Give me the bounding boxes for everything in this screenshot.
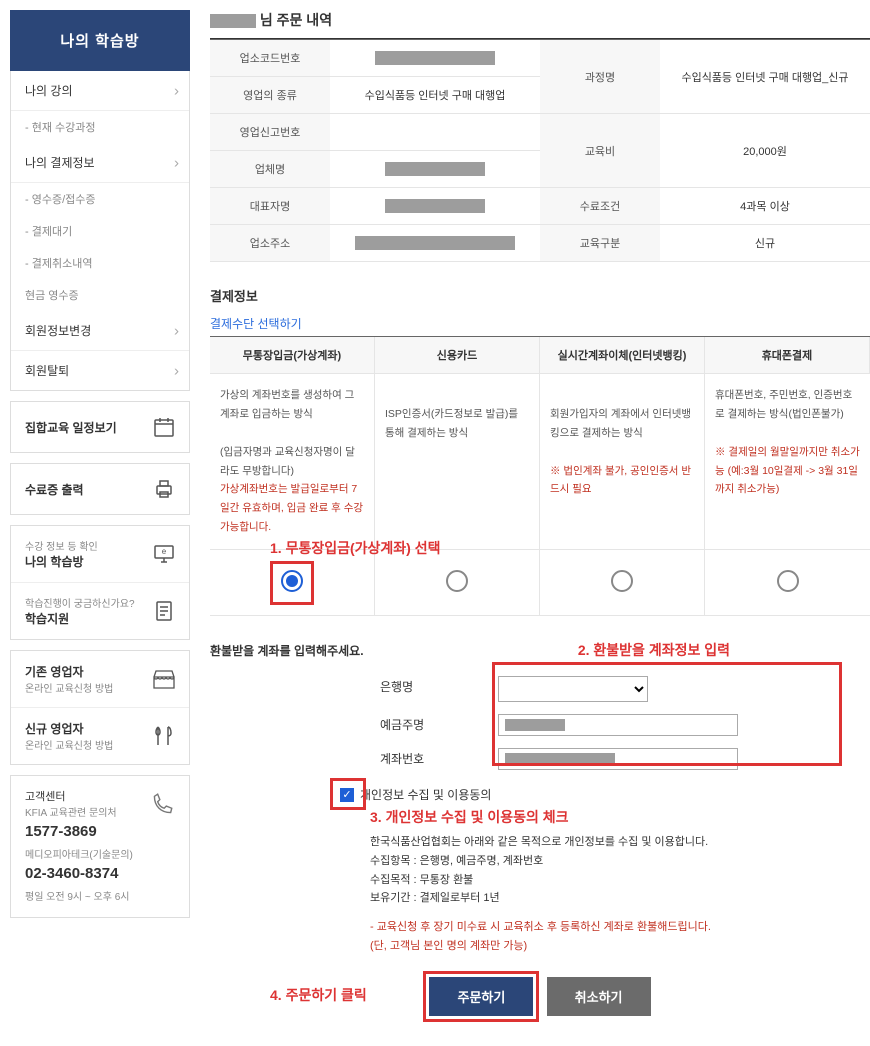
phone-icon	[149, 792, 175, 821]
lbl-completion: 수료조건	[540, 188, 660, 225]
cancel-button[interactable]: 취소하기	[547, 977, 651, 1016]
contact-phone1: 1577-3869	[25, 823, 133, 840]
pay-th-card: 신용카드	[375, 337, 540, 374]
main-content: 님 주문 내역 업소코드번호 과정명 수입식품등 인터넷 구매 대행업_신규 영…	[210, 10, 870, 1016]
chevron-right-icon: ›	[174, 154, 179, 171]
lbl-address: 업소주소	[210, 225, 330, 262]
lbl-biz-type: 영업의 종류	[210, 77, 330, 114]
consent-label: 개인정보 수집 및 이용동의	[360, 786, 491, 803]
val-company	[330, 151, 540, 188]
sidebar-title: 나의 학습방	[10, 10, 190, 71]
consent-warning: - 교육신청 후 장기 미수료 시 교육취소 후 등록하신 계좌로 환불해드립니…	[370, 918, 870, 955]
radio-transfer[interactable]	[611, 570, 633, 592]
pay-desc-bank: 가상의 계좌번호를 생성하여 그 계좌로 입금하는 방식 (입금자명과 교육신청…	[210, 374, 375, 550]
radio-card[interactable]	[446, 570, 468, 592]
annotation-4: 4. 주문하기 클릭	[270, 985, 367, 1005]
sidebar-item-my-lecture[interactable]: 나의 강의›	[11, 71, 189, 111]
quick-support[interactable]: 학습진행이 궁금하신가요?학습지원	[11, 583, 189, 639]
printer-icon	[151, 476, 177, 502]
sidebar-sub-receipt[interactable]: - 영수증/접수증	[11, 183, 189, 215]
pay-th-mobile: 휴대폰결제	[705, 337, 870, 374]
pay-th-transfer: 실시간계좌이체(인터넷뱅킹)	[540, 337, 705, 374]
consent-description: 한국식품산업협회는 아래와 같은 목적으로 개인정보를 수집 및 이용합니다. …	[370, 833, 870, 908]
lbl-bank: 은행명	[330, 670, 490, 708]
contact-label: 고객센터	[25, 788, 133, 804]
sidebar-item-my-payment[interactable]: 나의 결제정보›	[11, 143, 189, 183]
sidebar: 나의 학습방 나의 강의› - 현재 수강과정 나의 결제정보› - 영수증/접…	[10, 10, 190, 1016]
val-shop-code	[330, 40, 540, 77]
sidebar-sub-cash-receipt[interactable]: 현금 영수증	[11, 279, 189, 311]
utensils-icon	[151, 723, 177, 749]
val-course-name: 수입식품등 인터넷 구매 대행업_신규	[660, 40, 870, 114]
radio-bank-cell	[210, 550, 375, 616]
redacted-name	[210, 14, 256, 28]
val-ceo	[330, 188, 540, 225]
contact-sub2: 메디오피아테크(기술문의)	[25, 846, 133, 861]
sidebar-item-member-info[interactable]: 회원정보변경›	[11, 311, 189, 351]
pay-desc-transfer: 회원가입자의 계좌에서 인터넷뱅킹으로 결제하는 방식 ※ 법인계좌 불가, 공…	[540, 374, 705, 550]
pay-desc-card: ISP인증서(카드정보로 발급)를 통해 결제하는 방식	[375, 374, 540, 550]
payment-method-table: 무통장입금(가상계좌) 신용카드 실시간계좌이체(인터넷뱅킹) 휴대폰결제 가상…	[210, 336, 870, 616]
document-icon	[151, 598, 177, 624]
refund-heading: 환불받을 계좌를 입력해주세요.	[210, 642, 364, 659]
payment-choose: 결제수단 선택하기	[210, 315, 870, 332]
contact-hours: 평일 오전 9시 ~ 오후 6시	[25, 888, 133, 903]
payment-heading: 결제정보	[210, 286, 870, 305]
lbl-company: 업체명	[210, 151, 330, 188]
lbl-biz-reg: 영업신고번호	[210, 114, 330, 151]
quick-schedule[interactable]: 집합교육 일정보기	[11, 402, 189, 452]
lbl-shop-code: 업소코드번호	[210, 40, 330, 77]
quick-existing-biz[interactable]: 기존 영업자온라인 교육신청 방법	[11, 651, 189, 708]
sidebar-sub-current-course[interactable]: - 현재 수강과정	[11, 111, 189, 143]
annotation-1: 1. 무통장입금(가상계좌) 선택	[270, 538, 440, 558]
radio-transfer-cell	[540, 550, 705, 616]
order-heading: 님 주문 내역	[210, 10, 870, 39]
chevron-right-icon: ›	[174, 322, 179, 339]
lbl-category: 교육구분	[540, 225, 660, 262]
contact-block: 고객센터 KFIA 교육관련 문의처 1577-3869 메디오피아테크(기술문…	[10, 775, 190, 918]
val-biz-type: 수입식품등 인터넷 구매 대행업	[330, 77, 540, 114]
lbl-ceo: 대표자명	[210, 188, 330, 225]
radio-mobile[interactable]	[777, 570, 799, 592]
sidebar-item-withdraw[interactable]: 회원탈퇴›	[11, 351, 189, 390]
quick-my-room[interactable]: 수강 정보 등 확인나의 학습방 e	[11, 526, 189, 583]
chevron-right-icon: ›	[174, 362, 179, 379]
sidebar-menu: 나의 강의› - 현재 수강과정 나의 결제정보› - 영수증/접수증 - 결제…	[10, 71, 190, 391]
lbl-account: 계좌번호	[330, 742, 490, 776]
pay-th-bank: 무통장입금(가상계좌)	[210, 337, 375, 374]
val-biz-reg	[330, 114, 540, 151]
annotation-2: 2. 환불받을 계좌정보 입력	[578, 640, 730, 660]
contact-phone2: 02-3460-8374	[25, 865, 133, 882]
radio-card-cell	[375, 550, 540, 616]
calendar-icon	[151, 414, 177, 440]
lbl-fee: 교육비	[540, 114, 660, 188]
svg-text:e: e	[162, 547, 167, 556]
lbl-holder: 예금주명	[330, 708, 490, 742]
val-address	[330, 225, 540, 262]
chevron-right-icon: ›	[174, 82, 179, 99]
pay-desc-mobile: 휴대폰번호, 주민번호, 인증번호로 결제하는 방식(법인폰불가) ※ 결제일의…	[705, 374, 870, 550]
val-category: 신규	[660, 225, 870, 262]
val-fee: 20,000원	[660, 114, 870, 188]
store-icon	[151, 666, 177, 692]
val-completion: 4과목 이상	[660, 188, 870, 225]
monitor-icon: e	[151, 541, 177, 567]
quick-print-cert[interactable]: 수료증 출력	[11, 464, 189, 514]
lbl-course-name: 과정명	[540, 40, 660, 114]
sidebar-sub-cancel-history[interactable]: - 결제취소내역	[11, 247, 189, 279]
sidebar-sub-pending[interactable]: - 결제대기	[11, 215, 189, 247]
annotation-3: 3. 개인정보 수집 및 이용동의 체크	[370, 807, 870, 827]
quick-new-biz[interactable]: 신규 영업자온라인 교육신청 방법	[11, 708, 189, 764]
contact-sub1: KFIA 교육관련 문의처	[25, 804, 133, 819]
radio-mobile-cell	[705, 550, 870, 616]
order-info-table: 업소코드번호 과정명 수입식품등 인터넷 구매 대행업_신규 영업의 종류 수입…	[210, 39, 870, 262]
